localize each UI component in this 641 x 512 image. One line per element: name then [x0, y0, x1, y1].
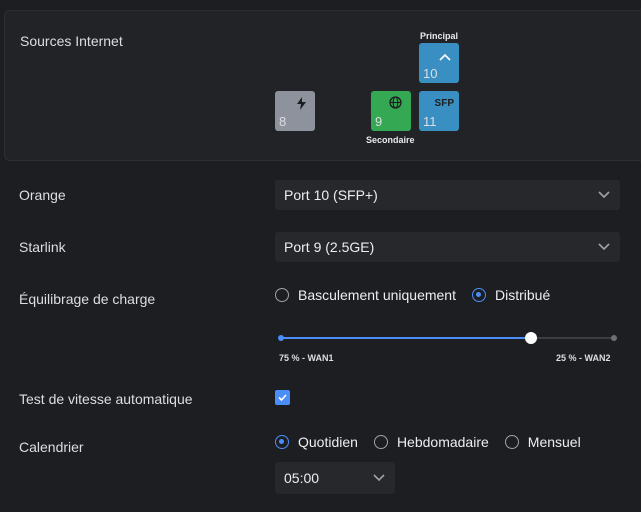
chevron-down-icon	[373, 474, 385, 482]
schedule-radio-group: Quotidien Hebdomadaire Mensuel	[275, 434, 597, 450]
port-number: 10	[423, 66, 438, 81]
chevron-down-icon	[598, 191, 610, 199]
slider-start-dot	[278, 335, 284, 341]
radio-label: Quotidien	[298, 434, 358, 450]
radio-label: Distribué	[495, 287, 551, 303]
radio-circle	[504, 435, 519, 449]
port-8[interactable]: 8	[275, 91, 315, 131]
radio-circle	[275, 288, 289, 302]
radio-circle-selected	[472, 288, 486, 302]
load-balance-slider[interactable]	[278, 332, 617, 344]
port-number: 9	[375, 114, 383, 129]
check-icon	[278, 394, 287, 402]
radio-label: Mensuel	[527, 434, 581, 450]
globe-icon	[389, 96, 402, 112]
slider-end-dot	[611, 335, 617, 341]
radio-failover-only[interactable]: Basculement uniquement	[275, 287, 456, 303]
radio-circle	[373, 435, 388, 449]
port-10[interactable]: 10	[419, 43, 459, 83]
radio-label: Hebdomadaire	[396, 434, 489, 450]
port-11[interactable]: SFP 11	[419, 91, 459, 131]
load-balancing-label: Équilibrage de charge	[19, 291, 156, 307]
wan1-weight-label: 75 % - WAN1	[279, 353, 334, 363]
port-number: 8	[279, 114, 287, 129]
slider-fill	[281, 337, 531, 339]
principal-caption: Principal	[420, 31, 459, 41]
wan2-port-select[interactable]: Port 9 (2.5GE)	[275, 232, 620, 262]
radio-label: Basculement uniquement	[298, 287, 456, 303]
internet-sources-panel: Sources Internet	[4, 10, 641, 161]
slider-thumb[interactable]	[524, 332, 537, 344]
radio-daily[interactable]: Quotidien	[275, 434, 358, 450]
speedtest-checkbox[interactable]	[275, 390, 290, 405]
wan2-port-value: Port 9 (2.5GE)	[284, 239, 375, 255]
secondaire-caption: Secondaire	[366, 135, 415, 145]
wan1-port-select[interactable]: Port 10 (SFP+)	[275, 180, 620, 210]
wan2-weight-label: 25 % - WAN2	[556, 353, 611, 363]
speedtest-label: Test de vitesse automatique	[19, 391, 193, 407]
schedule-time-value: 05:00	[284, 470, 320, 486]
lightning-icon	[297, 97, 306, 113]
port-number: 11	[423, 114, 437, 129]
schedule-label: Calendrier	[19, 439, 84, 455]
wan1-label: Orange	[19, 187, 66, 203]
radio-distributed[interactable]: Distribué	[472, 287, 550, 303]
schedule-time-select[interactable]: 05:00	[275, 462, 395, 494]
chevron-down-icon	[598, 243, 610, 251]
load-balancing-radio-group: Basculement uniquement Distribué	[275, 287, 566, 303]
chevron-up-icon	[439, 50, 451, 64]
internet-sources-title: Sources Internet	[20, 33, 123, 49]
radio-monthly[interactable]: Mensuel	[504, 434, 581, 450]
wan2-label: Starlink	[19, 239, 66, 255]
wan1-port-value: Port 10 (SFP+)	[284, 187, 378, 203]
sfp-icon: SFP	[434, 98, 454, 109]
port-9[interactable]: 9	[371, 91, 411, 131]
radio-weekly[interactable]: Hebdomadaire	[373, 434, 489, 450]
radio-circle-selected	[275, 435, 289, 449]
